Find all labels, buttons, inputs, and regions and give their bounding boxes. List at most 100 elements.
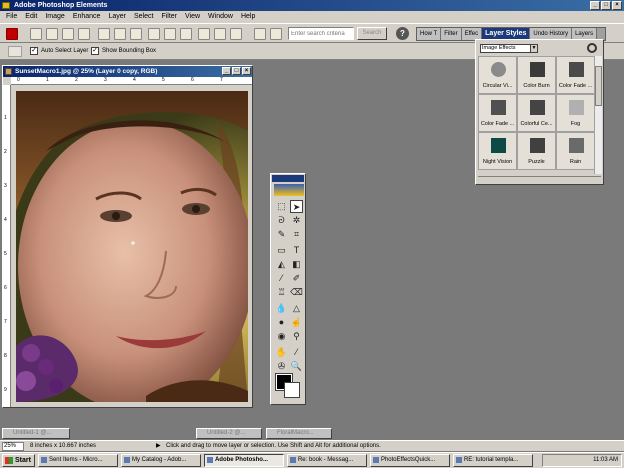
- tab-filters[interactable]: Filter: [441, 28, 462, 40]
- tab-how-to[interactable]: How T: [417, 28, 442, 40]
- ruler-h-tick: 6: [191, 77, 194, 83]
- elements-logo-icon[interactable]: [274, 184, 304, 196]
- layer-style-item[interactable]: Puzzle: [517, 132, 556, 170]
- clone-stamp-icon[interactable]: ♖: [275, 286, 288, 299]
- taskbar-item[interactable]: PhotoEffectsQuick...: [369, 454, 450, 467]
- scrollbar-thumb[interactable]: [595, 66, 602, 106]
- magic-wand-icon[interactable]: ✲: [290, 214, 303, 227]
- minimized-doc[interactable]: FloralMacro...: [266, 428, 332, 439]
- pencil-tool-icon[interactable]: ✐: [290, 272, 303, 285]
- step-forward-icon[interactable]: [270, 28, 282, 40]
- eraser-tool-icon[interactable]: ⌫: [290, 286, 303, 299]
- taskbar-item[interactable]: Sent Items - Micro...: [37, 454, 118, 467]
- layer-styles-dropdown[interactable]: Image Effects ▼: [480, 44, 538, 53]
- menu-help[interactable]: Help: [237, 11, 259, 23]
- doc-close-button[interactable]: ×: [242, 67, 251, 75]
- type-tool-icon[interactable]: T: [290, 244, 303, 257]
- maximize-button[interactable]: □: [601, 1, 611, 10]
- layer-style-item[interactable]: Color Fade ...: [556, 56, 595, 94]
- marquee-tool-icon[interactable]: ⬚: [275, 200, 288, 213]
- selection-brush-icon[interactable]: ✎: [275, 228, 288, 241]
- close-button[interactable]: ×: [612, 1, 622, 10]
- background-color-swatch[interactable]: [284, 382, 300, 398]
- help-search-input[interactable]: [288, 27, 354, 40]
- smudge-tool-icon[interactable]: ☝: [290, 316, 303, 329]
- menu-view[interactable]: View: [181, 11, 204, 23]
- dodge-tool-icon[interactable]: ⚲: [290, 330, 303, 343]
- portrait-photo[interactable]: [16, 91, 248, 402]
- layer-style-label: Puzzle: [528, 159, 545, 165]
- eyedropper-tool-icon[interactable]: ⁄: [290, 346, 303, 359]
- taskbar-item[interactable]: Adobe Photosho...: [203, 454, 284, 467]
- help-icon[interactable]: ?: [396, 27, 409, 40]
- layer-style-item[interactable]: Circular Vi...: [478, 56, 517, 94]
- open-file-icon[interactable]: [46, 28, 58, 40]
- save-for-web-icon[interactable]: [114, 28, 126, 40]
- save-icon[interactable]: [98, 28, 110, 40]
- paint-bucket-icon[interactable]: ◭: [275, 258, 288, 271]
- toolbox-title-bar[interactable]: [272, 175, 304, 182]
- layer-style-item[interactable]: Colorful Ce...: [517, 94, 556, 132]
- doc-minimize-button[interactable]: _: [222, 67, 231, 75]
- lasso-tool-icon[interactable]: ᘒ: [275, 214, 288, 227]
- menu-edit[interactable]: Edit: [21, 11, 41, 23]
- taskbar-item[interactable]: Re: book - Messag...: [286, 454, 367, 467]
- document-title-bar[interactable]: SunsetMacro1.jpg @ 25% (Layer 0 copy, RG…: [3, 66, 252, 77]
- red-eye-tool-icon[interactable]: ◉: [275, 330, 288, 343]
- start-button[interactable]: Start: [2, 454, 35, 467]
- online-services-icon[interactable]: [180, 28, 192, 40]
- taskbar-item[interactable]: RE: tutorial templa...: [452, 454, 533, 467]
- zoom-field[interactable]: 25%: [2, 442, 24, 451]
- scan-icon[interactable]: [78, 28, 90, 40]
- attach-email-icon[interactable]: [130, 28, 142, 40]
- minimized-doc[interactable]: Untitled-2 @...: [196, 428, 262, 439]
- layer-style-item[interactable]: Fog: [556, 94, 595, 132]
- new-file-icon[interactable]: [30, 28, 42, 40]
- move-tool-icon[interactable]: [8, 46, 22, 57]
- document-size-info[interactable]: 8 inches x 10.667 inches: [30, 442, 96, 451]
- task-items: Sent Items - Micro... My Catalog - Adob..…: [35, 454, 533, 467]
- layer-style-item[interactable]: Color Burn: [517, 56, 556, 94]
- document-window[interactable]: SunsetMacro1.jpg @ 25% (Layer 0 copy, RG…: [2, 65, 253, 408]
- layer-style-item[interactable]: Color Fade ...: [478, 94, 517, 132]
- move-tool-icon[interactable]: ➤: [290, 200, 303, 213]
- contact-sheet-icon[interactable]: [214, 28, 226, 40]
- print-icon[interactable]: [148, 28, 160, 40]
- doc-maximize-button[interactable]: □: [232, 67, 241, 75]
- search-button[interactable]: Search: [357, 27, 387, 40]
- menu-enhance[interactable]: Enhance: [69, 11, 105, 23]
- import-icon[interactable]: [62, 28, 74, 40]
- menu-layer[interactable]: Layer: [104, 11, 130, 23]
- adobe-online-icon[interactable]: [6, 28, 18, 40]
- menu-image[interactable]: Image: [41, 11, 68, 23]
- layer-styles-scrollbar[interactable]: [594, 56, 602, 174]
- minimize-button[interactable]: _: [590, 1, 600, 10]
- sponge-tool-icon[interactable]: ●: [275, 316, 288, 329]
- clock[interactable]: 11:03 AM: [593, 457, 618, 463]
- auto-select-checkbox[interactable]: ✓: [30, 47, 38, 55]
- zoom-tool-icon[interactable]: 🔍: [290, 360, 303, 373]
- status-menu-arrow-icon[interactable]: ▶: [156, 442, 161, 451]
- blur-tool-icon[interactable]: 💧: [275, 302, 288, 315]
- layer-style-item[interactable]: Rain: [556, 132, 595, 170]
- web-gallery-icon[interactable]: [230, 28, 242, 40]
- minimized-doc[interactable]: Untitled-1 @...: [2, 428, 70, 439]
- step-backward-icon[interactable]: [254, 28, 266, 40]
- menu-select[interactable]: Select: [130, 11, 157, 23]
- menu-filter[interactable]: Filter: [157, 11, 181, 23]
- taskbar-item[interactable]: My Catalog - Adob...: [120, 454, 201, 467]
- sharpen-tool-icon[interactable]: △: [290, 302, 303, 315]
- shape-tool-icon[interactable]: ▭: [275, 244, 288, 257]
- gradient-tool-icon[interactable]: ◧: [290, 258, 303, 271]
- print-layout-icon[interactable]: [198, 28, 210, 40]
- custom-tool-icon[interactable]: ✇: [275, 360, 288, 373]
- brush-tool-icon[interactable]: ⁄: [275, 272, 288, 285]
- layer-style-item[interactable]: Night Vision: [478, 132, 517, 170]
- clear-style-icon[interactable]: [587, 43, 597, 53]
- hand-tool-icon[interactable]: ✋: [275, 346, 288, 359]
- print-preview-icon[interactable]: [164, 28, 176, 40]
- menu-window[interactable]: Window: [204, 11, 237, 23]
- menu-file[interactable]: File: [2, 11, 21, 23]
- bounding-box-checkbox[interactable]: ✓: [91, 47, 99, 55]
- crop-tool-icon[interactable]: ⌗: [290, 228, 303, 241]
